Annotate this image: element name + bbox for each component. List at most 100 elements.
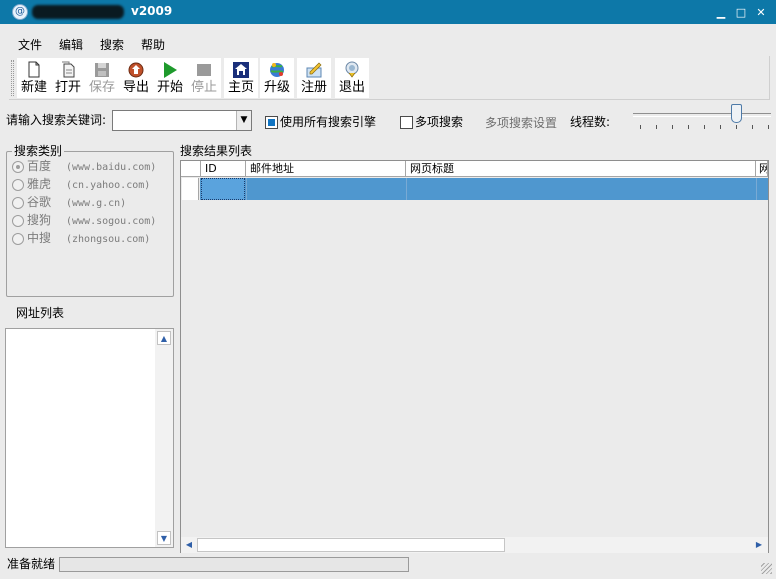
toolbar-grip[interactable] [11,60,14,96]
multi-search-checkbox[interactable] [400,116,413,129]
save-label: 保存 [88,80,115,95]
home-icon [233,62,249,78]
register-button[interactable]: 注册 [297,58,331,98]
stop-button[interactable]: 停止 [187,58,221,98]
export-icon [128,62,144,78]
multi-search-label: 多项搜索 [415,115,464,129]
radio-baidu-label: 百度 [27,159,52,173]
status-text: 准备就绪 [7,557,56,571]
new-label: 新建 [20,80,47,95]
radio-google-label: 谷歌 [27,195,52,209]
radio-yahoo-url: (cn.yahoo.com) [66,180,151,191]
open-file-icon [62,61,75,78]
open-label: 打开 [54,80,81,95]
column-header-page-title[interactable]: 网页标题 [406,161,756,177]
register-icon [306,62,322,78]
slider-tick [736,125,737,129]
column-header-email[interactable]: 邮件地址 [246,161,406,177]
radio-yahoo-label: 雅虎 [27,177,52,191]
export-button[interactable]: 导出 [119,58,153,98]
slider-tick [768,125,769,129]
keyword-label: 请输入搜索关键词: [6,113,107,127]
start-button[interactable]: 开始 [153,58,187,98]
radio-zhongsou-label: 中搜 [27,231,52,245]
slider-tick [640,125,641,129]
radio-baidu-url: (www.baidu.com) [66,162,157,173]
menu-file[interactable]: 文件 [18,37,42,53]
exit-label: 退出 [338,80,365,95]
threads-slider-track[interactable] [633,113,771,117]
save-icon [95,63,109,77]
slider-tick [752,125,753,129]
keyword-input[interactable] [113,111,234,130]
new-button[interactable]: 新建 [17,58,51,98]
radio-zhongsou-url: (zhongsou.com) [66,234,151,245]
app-icon: @ [12,4,28,20]
radio-sogou[interactable] [12,215,24,227]
url-list-title: 网址列表 [16,306,65,320]
chevron-down-icon[interactable]: ▼ [236,111,251,130]
home-label: 主页 [227,80,254,95]
window-title-version: v2009 [131,4,173,18]
play-icon [164,62,177,78]
resize-grip-icon[interactable] [761,563,772,574]
multi-search-settings-link[interactable]: 多项搜索设置 [485,115,557,131]
slider-tick [672,125,673,129]
upgrade-icon [270,63,284,77]
open-button[interactable]: 打开 [51,58,85,98]
url-list-scrollbar[interactable] [155,329,173,547]
upgrade-button[interactable]: 升级 [260,58,294,98]
scroll-down-icon[interactable]: ▼ [157,531,171,545]
results-grid[interactable] [180,160,769,553]
scroll-up-icon[interactable]: ▲ [157,331,171,345]
row-header[interactable] [182,178,199,200]
stop-icon [197,64,211,76]
column-header-id[interactable]: ID [201,161,246,177]
scroll-thumb[interactable] [197,538,505,552]
radio-sogou-label: 搜狗 [27,213,52,227]
exit-button[interactable]: 退出 [335,58,369,98]
close-button[interactable]: ✕ [753,6,769,20]
slider-tick [688,125,689,129]
upgrade-label: 升级 [263,80,290,95]
cell-divider [406,178,407,200]
home-button[interactable]: 主页 [224,58,258,98]
cell-divider [246,178,247,200]
cell-divider [756,178,757,200]
radio-baidu[interactable] [12,161,24,173]
menu-edit[interactable]: 编辑 [59,37,83,53]
scroll-right-icon[interactable]: ▶ [752,538,766,552]
threads-label: 线程数: [570,115,611,129]
start-label: 开始 [156,80,183,95]
new-file-icon [28,61,40,78]
table-row[interactable] [200,178,768,200]
save-button[interactable]: 保存 [85,58,119,98]
radio-zhongsou[interactable] [12,233,24,245]
maximize-button[interactable]: □ [733,6,749,20]
selected-cell[interactable] [201,178,245,200]
search-category-title: 搜索类别 [12,143,65,159]
slider-tick [720,125,721,129]
exit-icon [345,61,359,78]
radio-sogou-url: (www.sogou.com) [66,216,157,227]
stop-label: 停止 [190,80,217,95]
slider-tick [656,125,657,129]
use-all-engines-checkbox[interactable] [265,116,278,129]
grid-corner-header [181,161,201,177]
radio-google-url: (www.g.cn) [66,198,127,209]
register-label: 注册 [300,80,327,95]
menu-help[interactable]: 帮助 [141,37,165,53]
threads-slider-thumb[interactable] [731,104,742,123]
results-title: 搜索结果列表 [180,144,253,158]
column-header-web[interactable]: 网 [756,161,768,177]
scroll-left-icon[interactable]: ◀ [182,538,196,552]
export-label: 导出 [122,80,149,95]
radio-yahoo[interactable] [12,179,24,191]
use-all-engines-label: 使用所有搜索引擎 [280,115,377,129]
status-panel [59,557,409,572]
url-list[interactable] [5,328,174,548]
radio-google[interactable] [12,197,24,209]
menu-search[interactable]: 搜索 [100,37,124,53]
slider-tick [704,125,705,129]
minimize-button[interactable]: ▁ [713,6,729,20]
